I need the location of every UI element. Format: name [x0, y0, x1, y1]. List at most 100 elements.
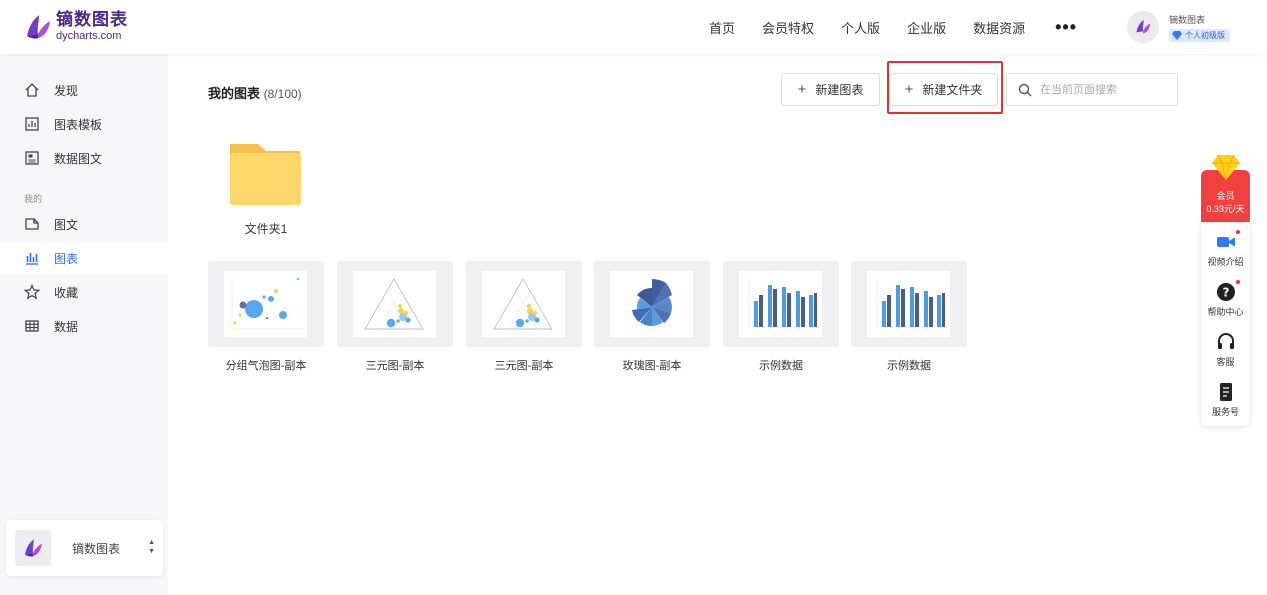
user-menu[interactable]: 镝数图表 个人初级版: [1127, 10, 1257, 44]
more-icon[interactable]: •••: [1055, 17, 1077, 38]
sidebar-item-data-articles[interactable]: 数据图文: [0, 142, 168, 174]
team-switcher[interactable]: 镝数图表 ▲ ▼: [6, 520, 163, 576]
folder-item[interactable]: 文件夹1: [222, 140, 310, 240]
bar-chart-thumbnail: [867, 271, 950, 337]
float-menu: 视频介绍 ? 帮助中心 客服 服务号: [1201, 222, 1250, 426]
table-icon: [25, 320, 39, 332]
bar-chart-icon: [26, 253, 38, 265]
sidebar-item-articles[interactable]: 图文: [0, 208, 168, 240]
sidebar-group-mine: 我的: [24, 194, 43, 204]
svg-text:?: ?: [1222, 286, 1229, 300]
floating-service-panel: 会员 0.33元/天 视频介绍 ? 帮助中心 客服 服务号: [1201, 152, 1250, 426]
folder-icon: [230, 144, 301, 205]
sidebar-item-chart-templates[interactable]: 图表模板: [0, 108, 168, 140]
plus-icon: +: [797, 81, 807, 98]
sidebar-item-label: 图表: [54, 251, 79, 266]
chart-card-bar[interactable]: [851, 261, 967, 347]
diamond-icon: [1172, 30, 1182, 40]
search-icon: [1018, 83, 1032, 96]
nav-home[interactable]: 首页: [709, 18, 735, 37]
chart-card-ternary[interactable]: [466, 261, 582, 347]
user-name: 镝数图表: [1169, 14, 1206, 25]
logo-icon: [27, 15, 50, 39]
sidebar: 发现 图表模板 数据图文 我的 图文 图表 收藏 数据 镝数图表 ▲ ▼: [0, 54, 168, 595]
plus-icon: +: [904, 81, 914, 98]
team-logo-icon: [24, 539, 42, 557]
search-box[interactable]: [1006, 73, 1178, 106]
help-center-button[interactable]: ? 帮助中心: [1201, 276, 1250, 322]
page-title-text: 我的图表: [208, 86, 261, 101]
video-intro-button[interactable]: 视频介绍: [1201, 226, 1250, 272]
sidebar-item-label: 数据: [54, 319, 79, 334]
page-title: 我的图表 (8/100): [208, 83, 302, 102]
new-folder-label: 新建文件夹: [922, 83, 983, 97]
sidebar-item-label: 收藏: [54, 285, 79, 300]
home-icon: [25, 83, 39, 97]
sidebar-item-discover[interactable]: 发现: [0, 74, 168, 106]
float-item-label: 服务号: [1211, 407, 1239, 417]
bar-chart-thumbnail: [739, 271, 822, 337]
service-account-button[interactable]: 服务号: [1201, 376, 1250, 422]
chart-template-icon: [25, 117, 39, 131]
chart-card-label: 三元图-副本: [365, 360, 425, 372]
help-icon: ?: [1216, 283, 1235, 301]
ternary-chart-thumbnail: [482, 271, 565, 337]
sidebar-item-label: 图表模板: [54, 117, 103, 132]
data-article-icon: [25, 151, 39, 165]
float-item-label: 帮助中心: [1207, 307, 1244, 317]
float-item-label: 客服: [1216, 357, 1235, 367]
search-input[interactable]: [1040, 83, 1170, 96]
rose-chart-thumbnail: [610, 271, 693, 337]
logo-domain: dycharts.com: [56, 30, 122, 42]
document-icon: [1219, 383, 1232, 401]
notification-dot: [1235, 230, 1240, 234]
chart-card-ternary[interactable]: [337, 261, 453, 347]
logo[interactable]: 镝数图表 dycharts.com: [24, 10, 164, 44]
nav-personal[interactable]: 个人版: [841, 18, 880, 37]
avatar-logo-icon: [1136, 19, 1151, 34]
notification-dot: [1235, 280, 1240, 284]
user-level-badge: 个人初级版: [1169, 28, 1230, 42]
sidebar-item-label: 数据图文: [54, 151, 103, 166]
sidebar-item-favorites[interactable]: 收藏: [0, 276, 168, 308]
sidebar-item-charts[interactable]: 图表: [0, 242, 168, 274]
team-logo: [15, 530, 51, 566]
avatar[interactable]: [1127, 11, 1159, 43]
diamond-icon: [1212, 154, 1240, 181]
vip-line1: 会员: [1216, 191, 1235, 201]
team-name: 镝数图表: [72, 541, 121, 556]
chart-card-label: 玫瑰图-副本: [622, 360, 682, 372]
chart-card-label: 示例数据: [887, 360, 931, 372]
chart-card-rose[interactable]: [594, 261, 710, 347]
logo-name: 镝数图表: [56, 10, 128, 30]
new-chart-label: 新建图表: [815, 83, 864, 97]
float-item-label: 视频介绍: [1207, 257, 1244, 267]
nav-enterprise[interactable]: 企业版: [907, 18, 946, 37]
main-nav: 首页 会员特权 个人版 企业版 数据资源 •••: [682, 0, 1077, 54]
chart-card-label: 示例数据: [759, 360, 803, 372]
sidebar-item-label: 发现: [54, 83, 79, 98]
customer-service-button[interactable]: 客服: [1201, 326, 1250, 372]
headset-icon: [1217, 333, 1234, 349]
article-icon: [25, 218, 39, 230]
sidebar-item-data[interactable]: 数据: [0, 310, 168, 342]
new-folder-button[interactable]: + 新建文件夹: [889, 73, 998, 106]
chart-card-bar[interactable]: [723, 261, 839, 347]
user-badge-label: 个人初级版: [1185, 30, 1225, 40]
bubble-chart-thumbnail: [224, 271, 307, 337]
chart-card-label: 分组气泡图-副本: [225, 360, 307, 372]
ternary-chart-thumbnail: [353, 271, 436, 337]
nav-member[interactable]: 会员特权: [762, 18, 814, 37]
vip-price: 0.33元/天: [1206, 204, 1245, 214]
top-header: 镝数图表 dycharts.com 首页 会员特权 个人版 企业版 数据资源 •…: [0, 0, 1267, 54]
chart-count: (8/100): [263, 87, 302, 101]
nav-data-resources[interactable]: 数据资源: [973, 18, 1025, 37]
chart-card-label: 三元图-副本: [494, 360, 554, 372]
video-icon: [1216, 237, 1235, 247]
star-icon: [24, 284, 40, 300]
updown-arrows-icon: ▲ ▼: [148, 539, 155, 555]
sidebar-item-label: 图文: [54, 217, 79, 232]
chart-card-bubble[interactable]: [208, 261, 324, 347]
folder-name: 文件夹1: [244, 222, 288, 236]
new-chart-button[interactable]: + 新建图表: [781, 73, 880, 106]
